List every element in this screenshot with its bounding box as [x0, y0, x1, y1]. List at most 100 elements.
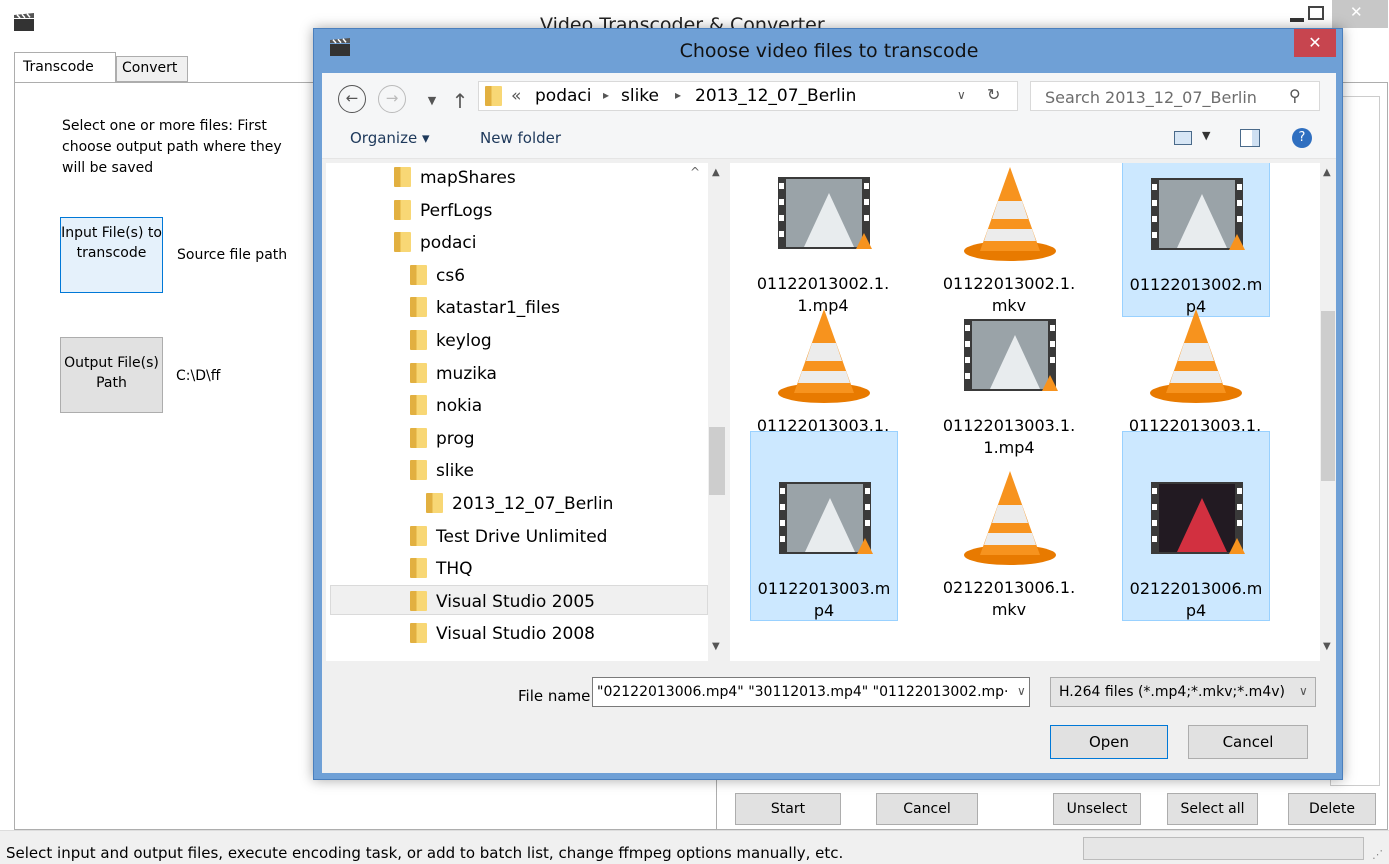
view-dropdown-icon[interactable]: ▼ [1202, 129, 1210, 142]
tree-item[interactable]: keylog [410, 326, 492, 356]
tree-item-label: 2013_12_07_Berlin [452, 494, 614, 514]
folder-tree[interactable]: mapShares PerfLogs podaci cs6 katastar1_file… [326, 163, 726, 661]
tree-item-label: THQ [436, 559, 473, 580]
dialog-footer: File name: "02122013006.mp4" "30112013.m… [322, 661, 1336, 773]
file-name-label: 02122013006.1. mkv [936, 577, 1082, 621]
help-icon[interactable]: ? [1292, 128, 1312, 148]
folder-icon [410, 460, 427, 481]
scroll-up-icon[interactable]: ▲ [1323, 167, 1331, 178]
progress-bar [1083, 837, 1364, 860]
up-arrow-icon[interactable]: ↑ [446, 88, 474, 114]
delete-button[interactable]: Delete [1288, 793, 1376, 825]
tree-item-label: PerfLogs [420, 200, 493, 221]
tree-item[interactable]: prog [410, 424, 475, 454]
status-text: Select input and output files, execute e… [6, 844, 844, 862]
file-name-label: File name: [518, 687, 596, 705]
breadcrumb-podaci[interactable]: podaci [535, 86, 591, 106]
input-files-button[interactable]: Input File(s) to transcode [60, 217, 163, 293]
tree-item[interactable]: katastar1_files [410, 293, 560, 323]
tree-item-label: podaci [420, 233, 477, 254]
search-input[interactable]: Search 2013_12_07_Berlin ⚲ [1030, 81, 1320, 111]
file-name-line1: 01122013003.m [757, 579, 891, 598]
file-tile[interactable]: 02122013006.m p4 [1122, 431, 1270, 621]
preview-pane-icon[interactable] [1240, 129, 1260, 147]
main-close-button[interactable]: ✕ [1332, 0, 1388, 28]
maximize-icon[interactable] [1308, 6, 1324, 20]
tree-item[interactable]: PerfLogs [394, 196, 492, 226]
file-grid[interactable]: 01122013002.1. 1.mp4 01122013002.1. mkv 0112… [730, 163, 1336, 661]
breadcrumb-separator-icon[interactable]: ▸ [603, 88, 609, 102]
file-type-select[interactable]: H.264 files (*.mp4;*.mkv;*.m4v) ∨ [1050, 677, 1316, 707]
new-folder-button[interactable]: New folder [480, 129, 561, 147]
resize-grip-icon[interactable]: ⋰ [1372, 848, 1383, 861]
tree-item[interactable]: slike [410, 456, 474, 486]
files-scrollbar[interactable]: ▲ ▼ [1320, 163, 1336, 661]
folder-icon [410, 330, 427, 350]
tree-item[interactable]: Visual Studio 2008 [410, 619, 595, 649]
tree-item[interactable]: muzika [410, 359, 497, 389]
back-arrow-icon[interactable]: ← [338, 85, 366, 113]
file-name-line1: 02122013006.1. [942, 578, 1076, 597]
vlc-cone-icon [960, 163, 1060, 263]
tree-collapse-icon[interactable]: ^ [690, 165, 700, 179]
tree-item[interactable]: THQ [410, 554, 473, 584]
breadcrumb-current[interactable]: 2013_12_07_Berlin [695, 86, 856, 106]
files-scroll-thumb[interactable] [1321, 311, 1335, 481]
dialog-title: Choose video files to transcode [679, 40, 979, 62]
chevron-down-icon[interactable]: ∨ [1013, 684, 1026, 698]
file-tile[interactable]: 01122013003.m p4 [750, 431, 898, 621]
address-bar[interactable]: « podaci ▸ slike ▸ 2013_12_07_Berlin ∨ ↻ [478, 81, 1018, 111]
file-name-input[interactable]: "02122013006.mp4" "30112013.mp4" "011220… [592, 677, 1030, 707]
scroll-down-icon[interactable]: ▼ [1323, 641, 1331, 652]
close-icon: ✕ [1350, 3, 1363, 21]
vlc-cone-icon [1146, 305, 1246, 405]
scroll-down-icon[interactable]: ▼ [712, 641, 720, 652]
file-name-line2: p4 [813, 601, 835, 620]
tree-item-label: Test Drive Unlimited [436, 526, 608, 547]
tree-item[interactable]: cs6 [410, 261, 465, 291]
tree-item-label: katastar1_files [436, 298, 561, 319]
dialog-close-button[interactable]: ✕ [1294, 29, 1336, 57]
open-button[interactable]: Open [1050, 725, 1168, 759]
tree-item[interactable]: Test Drive Unlimited [410, 522, 607, 552]
tree-item[interactable]: podaci [394, 228, 476, 258]
organize-menu[interactable]: Organize ▾ [350, 129, 430, 147]
overflow-chevron-icon[interactable]: « [511, 86, 521, 106]
select-all-button[interactable]: Select all [1167, 793, 1258, 825]
file-tile[interactable]: 02122013006.1. mkv [936, 431, 1084, 621]
tree-item-label: Visual Studio 2005 [436, 591, 595, 612]
output-path-button[interactable]: Output File(s) Path [60, 337, 163, 413]
tree-item[interactable]: mapShares [394, 163, 516, 193]
refresh-icon[interactable]: ↻ [987, 85, 1000, 104]
video-thumbnail [1147, 164, 1247, 264]
dialog-cancel-button[interactable]: Cancel [1188, 725, 1308, 759]
start-button[interactable]: Start [735, 793, 841, 825]
tree-scroll-thumb[interactable] [709, 427, 725, 495]
tab-convert[interactable]: Convert [116, 56, 188, 82]
address-dropdown-icon[interactable]: ∨ [957, 88, 966, 102]
folder-icon [485, 86, 502, 106]
file-name-label: 02122013006.m p4 [1123, 578, 1269, 622]
folder-icon [410, 427, 427, 448]
breadcrumb-slike[interactable]: slike [621, 86, 659, 106]
scroll-up-icon[interactable]: ▲ [712, 167, 720, 178]
tree-item[interactable]: Visual Studio 2005 [410, 587, 595, 617]
folder-icon [410, 264, 427, 285]
tree-item[interactable]: nokia [410, 391, 482, 421]
tab-transcode[interactable]: Transcode [14, 52, 116, 84]
tree-scrollbar[interactable]: ▲ ▼ [708, 163, 726, 661]
forward-arrow-icon[interactable]: → [378, 85, 406, 113]
output-path-value: C:\D\ff [176, 368, 221, 384]
unselect-button[interactable]: Unselect [1053, 793, 1141, 825]
tree-item[interactable]: 2013_12_07_Berlin [426, 489, 613, 519]
file-name-value: "02122013006.mp4" "30112013.mp4" "011220… [597, 684, 1009, 700]
recent-dropdown-icon[interactable]: ▼ [418, 88, 446, 114]
breadcrumb-separator-icon[interactable]: ▸ [675, 88, 681, 102]
chevron-down-icon[interactable]: ∨ [1299, 684, 1308, 698]
video-thumbnail [960, 305, 1060, 405]
search-icon[interactable]: ⚲ [1289, 86, 1301, 105]
view-options-icon[interactable] [1174, 131, 1192, 145]
cancel-task-button[interactable]: Cancel [876, 793, 978, 825]
tree-item-label: muzika [436, 363, 497, 384]
minimize-icon[interactable] [1290, 18, 1304, 22]
